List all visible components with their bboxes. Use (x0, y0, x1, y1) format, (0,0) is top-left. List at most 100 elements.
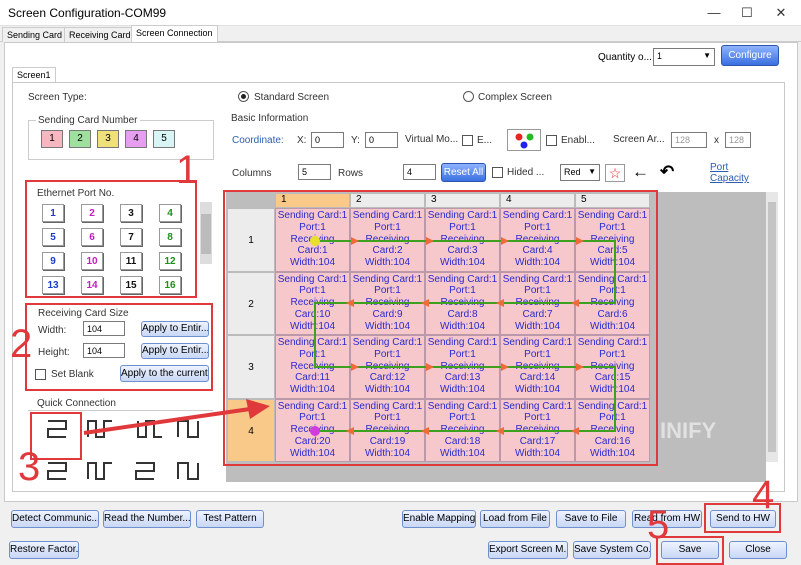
virtual-e-label: E... (477, 135, 493, 146)
test-pattern-button[interactable]: Test Pattern (196, 510, 264, 528)
screen-area-label: Screen Ar... (613, 134, 665, 145)
star-icon[interactable]: ☆ (605, 164, 625, 182)
rc-width-label: Width: (38, 325, 67, 336)
maximize-icon[interactable]: ☐ (730, 0, 764, 26)
ethernet-port-button[interactable]: 14 (81, 276, 103, 294)
sending-card-chip[interactable]: 3 (97, 130, 119, 148)
color-select[interactable]: Red ▼ (560, 164, 600, 181)
coordinate-label: Coordinate: (232, 135, 284, 146)
apply-current-button[interactable]: Apply to the current. (120, 365, 209, 382)
rows-value: 4 (407, 167, 413, 177)
tab-screen-connection[interactable]: Screen Connection (131, 25, 218, 42)
enable-mapping-button[interactable]: Enable Mapping (402, 510, 476, 528)
basic-info-title: Basic Information (231, 113, 309, 124)
standard-screen-radio[interactable] (238, 91, 249, 102)
rc-height-label: Height: (38, 347, 70, 358)
read-number-button[interactable]: Read the Number... (103, 510, 191, 528)
save-system-config-button[interactable]: Save System Co... (573, 541, 651, 559)
grid-vscroll[interactable] (766, 192, 778, 462)
columns-input[interactable]: 5 (298, 164, 331, 180)
configure-button[interactable]: Configure (721, 45, 779, 66)
virtual-mode-label: Virtual Mo... (405, 134, 459, 145)
ethernet-port-button[interactable]: 4 (159, 204, 181, 222)
sending-card-number-title: Sending Card Number (36, 115, 140, 126)
restore-factory-button[interactable]: Restore Factor... (9, 541, 79, 559)
annotation-number-5: 5 (647, 503, 670, 547)
sending-card-chip[interactable]: 5 (153, 130, 175, 148)
port-capacity-link[interactable]: Port Capacity (710, 162, 754, 184)
quantity-value: 1 (657, 51, 663, 61)
annotation-box-grid (223, 190, 658, 466)
columns-value: 5 (302, 167, 308, 177)
tab-sending-card[interactable]: Sending Card (2, 27, 68, 42)
close-window-icon[interactable]: ✕ (764, 0, 798, 26)
chevron-down-icon: ▼ (588, 167, 596, 176)
rc-height-input[interactable]: 104 (83, 343, 125, 358)
screen-type-label: Screen Type: (28, 92, 87, 103)
enable-checkbox[interactable] (546, 135, 557, 146)
ethernet-port-button[interactable]: 16 (159, 276, 181, 294)
ethernet-port-button[interactable]: 6 (81, 228, 103, 246)
snake-right-icon (135, 462, 155, 480)
apply-height-button[interactable]: Apply to Entir... (141, 343, 209, 359)
ethernet-port-button[interactable]: 13 (42, 276, 64, 294)
ethernet-port-button[interactable]: 1 (42, 204, 64, 222)
ethernet-port-button[interactable]: 7 (120, 228, 142, 246)
watermark: INIFY (660, 418, 717, 443)
color-value: Red (564, 167, 581, 177)
virtual-checkbox[interactable] (462, 135, 473, 146)
close-button[interactable]: Close (729, 541, 787, 559)
sending-card-chip[interactable]: 2 (69, 130, 91, 148)
undo-icon[interactable]: ↶ (660, 162, 674, 182)
ethernet-port-button[interactable]: 12 (159, 252, 181, 270)
screen-height-value: 128 (729, 135, 745, 145)
ethernet-port-button[interactable]: 5 (42, 228, 64, 246)
ethernet-scrollbar[interactable] (200, 202, 212, 264)
apply-width-button[interactable]: Apply to Entir... (141, 321, 209, 337)
ethernet-port-button[interactable]: 10 (81, 252, 103, 270)
arrow-left-icon[interactable]: ← (632, 162, 649, 182)
annotation-number-1: 1 (176, 148, 199, 192)
tab-receiving-card[interactable]: Receiving Card (64, 27, 136, 42)
x-value: 0 (315, 135, 321, 145)
export-screen-button[interactable]: Export Screen M... (488, 541, 568, 559)
y-input[interactable]: 0 (365, 132, 398, 148)
x-label: X: (297, 135, 307, 146)
load-from-file-button[interactable]: Load from File (480, 510, 550, 528)
ethernet-port-button[interactable]: 9 (42, 252, 64, 270)
ethernet-port-button[interactable]: 15 (120, 276, 142, 294)
hided-label: Hided ... (507, 167, 545, 178)
tab-screen1[interactable]: Screen1 (12, 67, 56, 82)
hided-checkbox[interactable] (492, 167, 503, 178)
annotation-arrow (83, 399, 270, 435)
quantity-select[interactable]: 1 ▼ (653, 48, 715, 66)
rc-width-input[interactable]: 104 (83, 321, 125, 336)
set-blank-checkbox[interactable] (35, 369, 46, 380)
ethernet-port-button[interactable]: 3 (120, 204, 142, 222)
sending-card-chip[interactable]: 1 (41, 130, 63, 148)
reset-all-button[interactable]: Reset All (441, 163, 486, 182)
y-label: Y: (351, 135, 360, 146)
save-to-file-button[interactable]: Save to File (556, 510, 626, 528)
rows-input[interactable]: 4 (403, 164, 436, 180)
complex-screen-radio[interactable] (463, 91, 474, 102)
x-input[interactable]: 0 (311, 132, 344, 148)
ethernet-port-button[interactable]: 11 (120, 252, 142, 270)
set-blank-label: Set Blank (51, 369, 94, 380)
rc-width-value: 104 (87, 324, 103, 334)
ethernet-port-button[interactable]: 2 (81, 204, 103, 222)
rgb-icon[interactable] (507, 129, 541, 151)
snake-up2-icon (87, 462, 112, 480)
ethernet-port-grid: 1 2 3 4 5 6 7 8 9 10 11 12 13 14 15 16 (42, 204, 192, 296)
chevron-down-icon: ▼ (703, 51, 711, 60)
detect-communication-button[interactable]: Detect Communic... (11, 510, 99, 528)
rows-label: Rows (338, 168, 364, 179)
quantity-label: Quantity o... (598, 52, 652, 63)
sending-card-chip[interactable]: 4 (125, 130, 147, 148)
y-value: 0 (369, 135, 375, 145)
minimize-icon[interactable]: — (697, 0, 731, 26)
ethernet-port-button[interactable]: 8 (159, 228, 181, 246)
screen-width-input[interactable]: 128 (671, 132, 707, 148)
columns-label: Columns (232, 168, 272, 179)
screen-height-input[interactable]: 128 (725, 132, 751, 148)
